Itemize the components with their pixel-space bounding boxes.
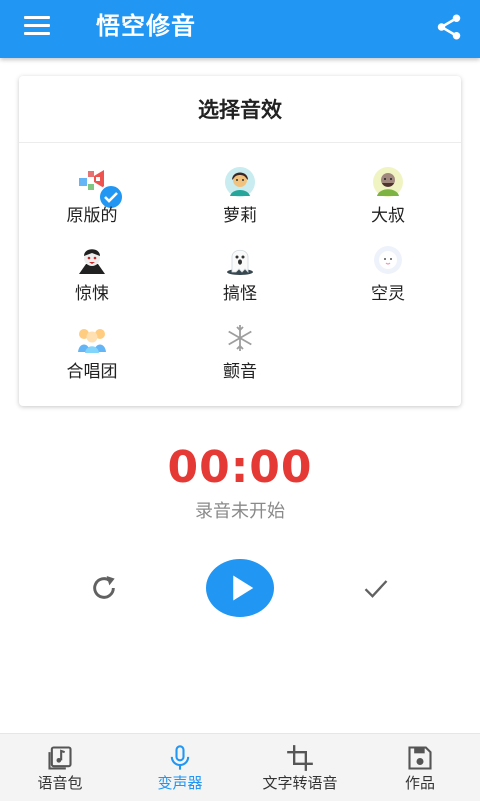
effect-original[interactable]: 原版的 bbox=[32, 166, 152, 240]
share-icon[interactable] bbox=[434, 12, 464, 42]
effect-thriller[interactable]: 惊悚 bbox=[32, 244, 152, 318]
menu-icon[interactable] bbox=[24, 16, 50, 38]
refresh-icon[interactable] bbox=[88, 572, 120, 604]
girl-avatar-icon bbox=[225, 167, 255, 197]
save-icon bbox=[408, 746, 432, 770]
effect-label: 合唱团 bbox=[66, 362, 118, 382]
app-title: 悟空修音 bbox=[96, 12, 196, 40]
nav-label: 文字转语音 bbox=[262, 774, 338, 792]
effect-label: 空灵 bbox=[371, 284, 405, 304]
nav-label: 语音包 bbox=[37, 774, 83, 792]
play-button[interactable] bbox=[206, 559, 274, 617]
effect-vibrato[interactable]: 颤音 bbox=[180, 322, 300, 396]
effect-label: 颤音 bbox=[223, 362, 257, 382]
effect-label: 大叔 bbox=[371, 206, 405, 226]
divider bbox=[19, 142, 461, 143]
record-timer: 00:00 bbox=[167, 442, 313, 493]
play-icon bbox=[233, 575, 254, 601]
music-file-icon bbox=[48, 746, 72, 770]
effects-panel: 选择音效 原版的 萝莉 大叔 惊悚 搞怪 空灵 合唱团 颤音 bbox=[19, 76, 461, 406]
effect-label: 搞怪 bbox=[223, 284, 257, 304]
uncle-avatar-icon bbox=[373, 167, 403, 197]
nav-works[interactable]: 作品 bbox=[360, 734, 480, 801]
panel-title: 选择音效 bbox=[198, 98, 282, 122]
effect-funny[interactable]: 搞怪 bbox=[180, 244, 300, 318]
nav-voice-pack[interactable]: 语音包 bbox=[0, 734, 120, 801]
vampire-icon bbox=[79, 249, 105, 274]
chorus-icon bbox=[78, 329, 106, 353]
effect-chorus[interactable]: 合唱团 bbox=[32, 322, 152, 396]
nav-label: 变声器 bbox=[157, 774, 203, 792]
effect-loli[interactable]: 萝莉 bbox=[180, 166, 300, 240]
effect-label: 萝莉 bbox=[223, 206, 257, 226]
ghost-icon bbox=[227, 249, 253, 275]
check-icon[interactable] bbox=[360, 574, 392, 602]
microphone-icon bbox=[170, 745, 190, 770]
snowflake-icon bbox=[228, 325, 252, 351]
nav-text-to-speech[interactable]: 文字转语音 bbox=[240, 734, 360, 801]
effect-label: 原版的 bbox=[66, 206, 118, 226]
nav-label: 作品 bbox=[404, 774, 435, 792]
ethereal-icon bbox=[374, 246, 402, 274]
app-bar: 悟空修音 bbox=[0, 0, 480, 58]
record-status: 录音未开始 bbox=[195, 501, 285, 522]
effect-label: 惊悚 bbox=[75, 284, 109, 304]
effect-ethereal[interactable]: 空灵 bbox=[328, 244, 448, 318]
effect-uncle[interactable]: 大叔 bbox=[328, 166, 448, 240]
bottom-navigation: 语音包 变声器 文字转语音 作品 bbox=[0, 733, 480, 801]
crop-icon bbox=[287, 745, 313, 771]
nav-voice-changer[interactable]: 变声器 bbox=[120, 734, 240, 801]
